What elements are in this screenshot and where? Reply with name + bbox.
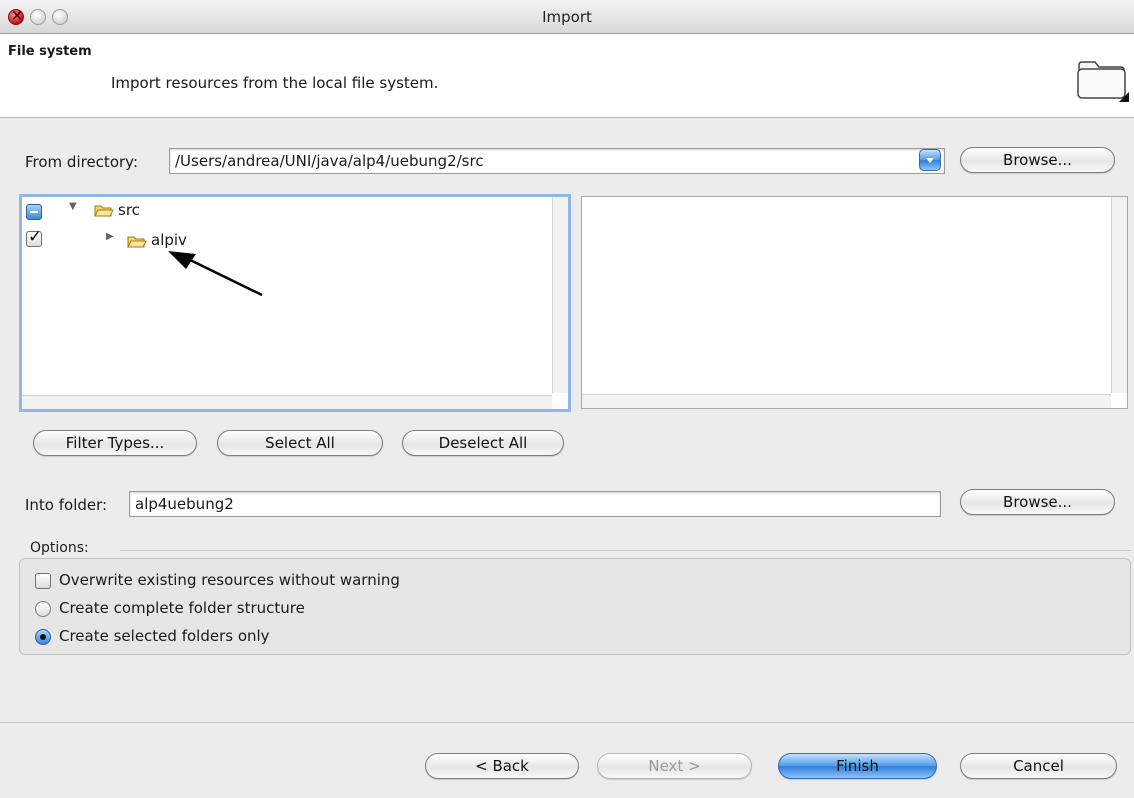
deselect-all-button[interactable]: Deselect All [402, 430, 564, 456]
page-title: File system [8, 44, 92, 59]
select-all-button[interactable]: Select All [217, 430, 383, 456]
tree-vertical-scrollbar[interactable] [552, 197, 568, 393]
tree-checkbox-src[interactable] [26, 204, 42, 220]
page-description: Import resources from the local file sys… [111, 74, 439, 92]
options-title: Options: [30, 540, 89, 556]
browse-source-button[interactable]: Browse... [960, 147, 1115, 173]
window-title: Import [542, 8, 592, 26]
selected-folders-radio[interactable] [35, 629, 51, 645]
folder-tree[interactable]: ▼ src ✓ ▶ alpiv [19, 194, 571, 412]
open-folder-icon [94, 205, 114, 217]
wizard-banner: File system Import resources from the lo… [0, 34, 1134, 118]
complete-structure-label[interactable]: Create complete folder structure [59, 599, 305, 617]
title-bar[interactable]: Import [0, 0, 1134, 34]
file-list-vertical-scrollbar[interactable] [1111, 197, 1127, 393]
from-directory-label: From directory: [25, 153, 138, 171]
collapse-triangle-icon[interactable]: ▶ [106, 231, 114, 242]
overwrite-label[interactable]: Overwrite existing resources without war… [59, 571, 400, 589]
next-button[interactable]: Next > [597, 753, 752, 779]
from-directory-combo[interactable]: /Users/andrea/UNI/java/alp4/uebung2/src [169, 148, 945, 174]
folder-icon [1077, 61, 1129, 102]
cancel-button[interactable]: Cancel [960, 753, 1117, 779]
options-group: Overwrite existing resources without war… [19, 558, 1131, 655]
finish-button[interactable]: Finish [778, 753, 937, 779]
into-folder-label: Into folder: [25, 496, 108, 514]
browse-folder-button[interactable]: Browse... [960, 489, 1115, 515]
file-list[interactable] [581, 196, 1128, 409]
tree-horizontal-scrollbar[interactable] [22, 395, 552, 409]
open-folder-icon [127, 236, 147, 248]
selected-folders-label[interactable]: Create selected folders only [59, 627, 270, 645]
footer-divider [0, 722, 1134, 723]
annotation-arrow-icon [168, 251, 263, 297]
back-button[interactable]: < Back [425, 753, 579, 779]
options-divider [120, 550, 1131, 551]
filter-types-button[interactable]: Filter Types... [33, 430, 197, 456]
tree-checkbox-alpiv[interactable]: ✓ [26, 227, 42, 247]
from-directory-dropdown-arrow[interactable] [919, 149, 941, 171]
file-list-horizontal-scrollbar[interactable] [582, 394, 1111, 408]
expand-triangle-icon[interactable]: ▼ [69, 201, 77, 212]
complete-structure-radio[interactable] [35, 601, 51, 617]
overwrite-checkbox[interactable] [35, 573, 51, 589]
into-folder-input[interactable]: alp4uebung2 [129, 491, 941, 517]
tree-item-src[interactable]: src [118, 201, 140, 219]
